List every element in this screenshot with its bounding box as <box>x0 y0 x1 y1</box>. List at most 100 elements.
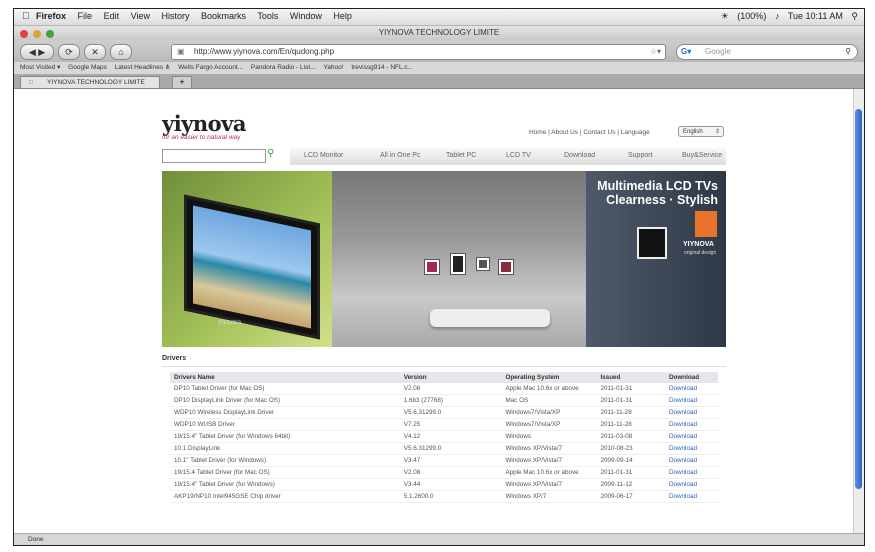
bookmark-wells-fargo[interactable]: Wells Fargo Account... <box>178 64 243 71</box>
site-search-icon[interactable]: ⚲ <box>267 148 274 159</box>
menu-file[interactable]: File <box>78 11 93 21</box>
section-divider <box>162 366 726 367</box>
download-link[interactable]: Download <box>664 442 718 455</box>
download-link[interactable]: Download <box>664 454 718 467</box>
drivers-table: Drivers Name Version Operating System Is… <box>170 372 718 503</box>
bookmark-latest-headlines[interactable]: Latest Headlines ⋔ <box>115 64 171 71</box>
address-bar[interactable]: ▣ http://www.yiynova.com/En/qudong.php ☆… <box>171 44 666 60</box>
bookmark-nfl[interactable]: trevissg914 - NFL.c... <box>351 64 413 71</box>
download-link[interactable]: Download <box>664 490 718 503</box>
download-link[interactable]: Download <box>664 394 718 407</box>
banner-picture <box>424 259 440 275</box>
tab-label: YIYNOVA TECHNOLOGY LIMITE <box>47 79 145 86</box>
site-tagline: for an easier to natural way <box>162 134 241 141</box>
back-forward-buttons[interactable]: ◀ ▶ <box>20 44 54 60</box>
forward-icon[interactable]: ▶ <box>38 47 45 57</box>
driver-version: 1.6b3 (27768) <box>399 394 502 407</box>
apple-icon[interactable]:  <box>22 11 30 22</box>
site-nav: LCD Monitor All in One Pc Tablet PC LCD … <box>290 148 726 165</box>
bookmark-most-visited[interactable]: Most Visited ▾ <box>20 64 60 71</box>
driver-os: Windows <box>501 430 597 443</box>
menu-window[interactable]: Window <box>290 11 322 21</box>
chevron-down-icon[interactable]: ⇕ <box>715 127 720 138</box>
tv-brand-text: yiynova <box>218 319 242 326</box>
stop-button[interactable]: ✕ <box>84 44 106 60</box>
driver-version: V3.47 <box>399 454 502 467</box>
hero-banner[interactable]: yiynova Multimedia LCD TVs Clearness · S… <box>162 171 726 347</box>
driver-version: V7.25 <box>399 418 502 431</box>
language-select[interactable]: English ⇕ <box>678 126 724 137</box>
tv-beach-screen <box>193 205 311 329</box>
menu-history[interactable]: History <box>161 11 189 21</box>
download-link[interactable]: Download <box>664 478 718 491</box>
volume-icon[interactable]: ♪ <box>775 11 780 21</box>
nav-buy-service[interactable]: Buy&Service <box>682 152 722 159</box>
nav-download[interactable]: Download <box>564 152 595 159</box>
driver-os: Windows7/Vista/XP <box>501 406 597 419</box>
close-window-icon[interactable] <box>20 30 28 38</box>
driver-os: Windows XP/Vista/7 <box>501 442 597 455</box>
nav-all-in-one-pc[interactable]: All in One Pc <box>380 152 420 159</box>
top-links[interactable]: Home | About Us | Contact Us | Language <box>529 129 650 136</box>
bookmark-pandora[interactable]: Pandora Radio - List... <box>251 64 316 71</box>
reload-icon: ⟳ <box>65 47 73 57</box>
driver-os: Windows XP/Vista/7 <box>501 478 597 491</box>
download-link[interactable]: Download <box>664 383 718 395</box>
minimize-window-icon[interactable] <box>33 30 42 38</box>
table-row: 10.1 DisplayLink V5.6.31299.0 Windows XP/V… <box>170 442 718 455</box>
scrollbar-thumb[interactable] <box>855 109 862 489</box>
battery-indicator[interactable]: (100%) <box>737 11 766 21</box>
status-bar: Done <box>14 533 864 545</box>
nav-lcd-monitor[interactable]: LCD Monitor <box>304 152 343 159</box>
menu-app-firefox[interactable]: Firefox <box>36 11 66 21</box>
tab-yiynova[interactable]: □ YIYNOVA TECHNOLOGY LIMITE <box>20 76 160 88</box>
window-title: YIYNOVA TECHNOLOGY LIMITE <box>378 28 500 37</box>
driver-issued: 2009-11-12 <box>596 478 665 491</box>
banner-sofa <box>430 309 550 327</box>
site-identity-icon[interactable]: ▣ <box>177 45 185 59</box>
reload-button[interactable]: ⟳ <box>58 44 80 60</box>
language-value[interactable]: English <box>683 129 703 135</box>
driver-version: V2.08 <box>399 466 502 479</box>
clock[interactable]: Tue 10:11 AM <box>788 11 843 21</box>
site-logo[interactable]: yiynova <box>162 111 246 136</box>
banner-brand-sub: original design <box>684 250 717 256</box>
menu-edit[interactable]: Edit <box>104 11 120 21</box>
menu-bookmarks[interactable]: Bookmarks <box>201 11 246 21</box>
menu-view[interactable]: View <box>131 11 150 21</box>
nav-tablet-pc[interactable]: Tablet PC <box>446 152 476 159</box>
download-link[interactable]: Download <box>664 406 718 419</box>
driver-os: Apple Mac 10.6x or above <box>501 383 597 395</box>
google-icon[interactable]: G▾ <box>681 45 691 59</box>
back-icon[interactable]: ◀ <box>29 47 36 57</box>
site-search-input[interactable] <box>162 149 266 163</box>
search-bar[interactable]: G▾ Google ⚲ <box>676 44 858 60</box>
driver-os: Apple Mac 10.6x or above <box>501 466 597 479</box>
download-link[interactable]: Download <box>664 466 718 479</box>
bookmark-yahoo[interactable]: Yahoo! <box>323 64 343 71</box>
zoom-window-icon[interactable] <box>46 30 55 38</box>
banner-brand: YIYNOVA <box>683 241 714 248</box>
download-link[interactable]: Download <box>664 418 718 431</box>
home-button[interactable]: ⌂ <box>110 44 132 60</box>
menu-extras: ☀ (100%) ♪ Tue 10:11 AM ⚲ <box>715 11 858 22</box>
menu-tools[interactable]: Tools <box>257 11 278 21</box>
table-row: WDP10 WUSB Driver V7.25 Windows7/Vista/XP 2… <box>170 418 718 431</box>
table-row: 19/15.4 Tablet Driver (for Mac OS) V2.08 A… <box>170 466 718 479</box>
search-placeholder[interactable]: Google <box>705 45 731 59</box>
spotlight-icon[interactable]: ⚲ <box>851 11 858 21</box>
bookmark-star-icon[interactable]: ☆▾ <box>650 45 661 59</box>
menu-help[interactable]: Help <box>333 11 352 21</box>
nav-support[interactable]: Support <box>628 152 653 159</box>
driver-os: Windows XP/Vista/7 <box>501 454 597 467</box>
wifi-icon[interactable]: ☀ <box>721 11 729 21</box>
new-tab-button[interactable]: + <box>172 76 192 89</box>
url-text[interactable]: http://www.yiynova.com/En/qudong.php <box>194 45 334 59</box>
banner-subheadline: Clearness · Stylish <box>606 193 718 207</box>
download-link[interactable]: Download <box>664 430 718 443</box>
vertical-scrollbar[interactable] <box>853 89 864 533</box>
search-icon[interactable]: ⚲ <box>845 45 851 59</box>
table-row: WDP10 Wireless DisplayLink Driver V5.6.31… <box>170 406 718 419</box>
nav-lcd-tv[interactable]: LCD TV <box>506 152 531 159</box>
bookmark-google-maps[interactable]: Google Maps <box>68 64 107 71</box>
